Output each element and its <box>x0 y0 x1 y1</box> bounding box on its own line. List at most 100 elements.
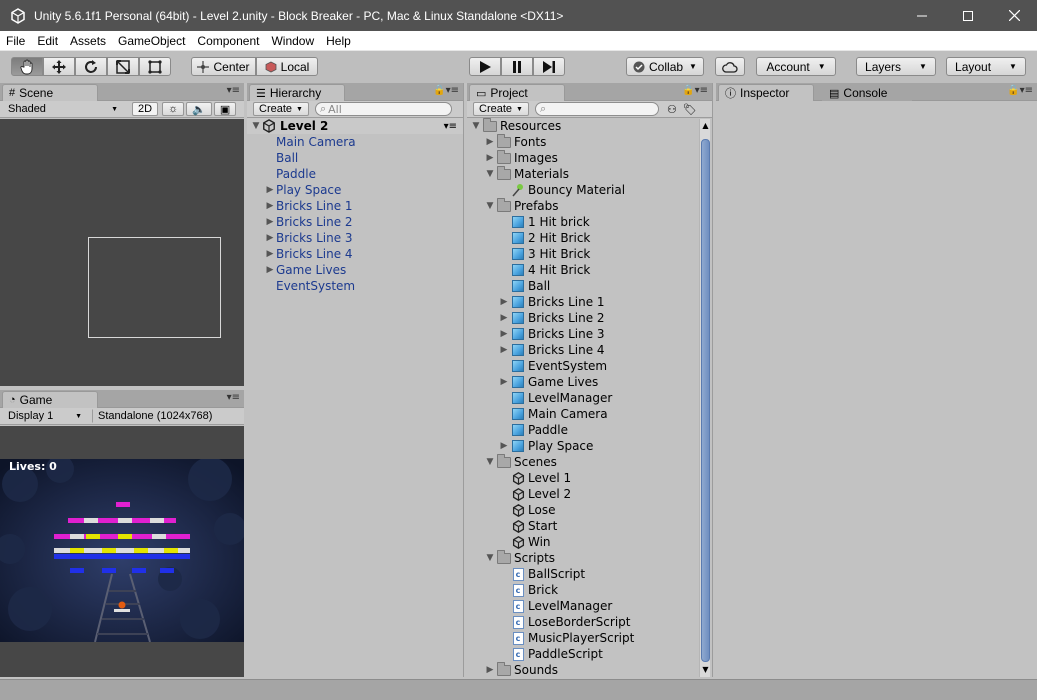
project-item-folder[interactable]: ▼ Resources <box>467 117 698 134</box>
hierarchy-item[interactable]: ▶ Bricks Line 3 <box>247 230 463 246</box>
project-item-prefab[interactable]: ▶ Bricks Line 2 <box>467 310 698 326</box>
expand-arrow-icon[interactable]: ▶ <box>264 217 276 227</box>
hierarchy-item[interactable]: EventSystem <box>247 278 463 294</box>
project-item-folder[interactable]: ▶ Sounds <box>467 661 698 678</box>
project-item-script[interactable]: c PaddleScript <box>467 646 698 662</box>
tab-project[interactable]: ▭ Project <box>469 84 565 101</box>
rotate-tool-button[interactable] <box>75 57 107 76</box>
expand-arrow-icon[interactable]: ▶ <box>498 297 510 307</box>
project-search-input[interactable]: ⌕ <box>534 102 659 116</box>
panel-menu-icon[interactable]: ▾≡ <box>227 392 240 403</box>
pivot-local-button[interactable]: Local <box>256 57 318 76</box>
menu-window[interactable]: Window <box>265 34 320 48</box>
scale-tool-button[interactable] <box>107 57 139 76</box>
collapse-arrow-icon[interactable]: ▼ <box>484 457 496 467</box>
expand-arrow-icon[interactable]: ▶ <box>498 329 510 339</box>
lock-menu-icon[interactable]: 🔒▾≡ <box>433 85 459 96</box>
project-item-scene[interactable]: Lose <box>467 502 698 518</box>
panel-menu-icon[interactable]: ▾≡ <box>227 85 240 96</box>
project-item-folder[interactable]: ▼ Prefabs <box>467 197 698 214</box>
project-item-prefab[interactable]: EventSystem <box>467 358 698 374</box>
game-viewport[interactable]: Lives: 0 <box>0 426 244 677</box>
hierarchy-item[interactable]: ▶ Bricks Line 2 <box>247 214 463 230</box>
menu-edit[interactable]: Edit <box>31 34 64 48</box>
expand-arrow-icon[interactable]: ▶ <box>498 345 510 355</box>
pause-button[interactable] <box>501 57 533 76</box>
shading-mode-dropdown[interactable]: Shaded ▼ <box>2 102 124 116</box>
project-item-folder[interactable]: ▶ Images <box>467 149 698 166</box>
project-item-script[interactable]: c MusicPlayerScript <box>467 630 698 646</box>
hierarchy-search-input[interactable]: ⌕ All <box>314 102 452 116</box>
scene-audio-toggle[interactable]: 🔈 <box>186 102 212 116</box>
project-item-prefab[interactable]: 3 Hit Brick <box>467 246 698 262</box>
display-dropdown[interactable]: Display 1 ▼ <box>2 409 88 423</box>
project-item-prefab[interactable]: ▶ Bricks Line 3 <box>467 326 698 342</box>
project-item-prefab[interactable]: ▶ Bricks Line 4 <box>467 342 698 358</box>
project-item-folder[interactable]: ▶ Fonts <box>467 133 698 150</box>
layout-dropdown[interactable]: Layout ▼ <box>946 57 1026 76</box>
step-button[interactable] <box>533 57 565 76</box>
minimize-button[interactable] <box>899 0 945 31</box>
expand-arrow-icon[interactable]: ▶ <box>484 137 496 147</box>
project-item-scene[interactable]: Win <box>467 534 698 550</box>
project-item-script[interactable]: c LevelManager <box>467 598 698 614</box>
tab-game[interactable]: ◔ Game <box>2 391 98 408</box>
expand-arrow-icon[interactable]: ▶ <box>484 665 496 675</box>
project-item-script[interactable]: c Brick <box>467 582 698 598</box>
project-item-prefab[interactable]: 1 Hit brick <box>467 214 698 230</box>
menu-gameobject[interactable]: GameObject <box>112 34 191 48</box>
project-item-prefab[interactable]: ▶ Bricks Line 1 <box>467 294 698 310</box>
pivot-center-button[interactable]: Center <box>191 57 256 76</box>
tab-scene[interactable]: # Scene <box>2 84 98 101</box>
project-item-script[interactable]: c LoseBorderScript <box>467 614 698 630</box>
project-item-folder[interactable]: ▼ Scripts <box>467 549 698 566</box>
collapse-arrow-icon[interactable]: ▼ <box>484 553 496 563</box>
scene-lighting-toggle[interactable]: ☼ <box>162 102 185 116</box>
tab-hierarchy[interactable]: ☰ Hierarchy <box>249 84 345 101</box>
expand-arrow-icon[interactable]: ▶ <box>264 233 276 243</box>
scene-root-row[interactable]: ▼ Level 2 ▾≡ <box>247 118 463 134</box>
scroll-down-icon[interactable]: ▼ <box>700 663 711 677</box>
hierarchy-item[interactable]: Paddle <box>247 166 463 182</box>
project-item-scene[interactable]: Start <box>467 518 698 534</box>
project-item-prefab[interactable]: LevelManager <box>467 390 698 406</box>
expand-arrow-icon[interactable]: ▶ <box>498 441 510 451</box>
project-item-scene[interactable]: Level 2 <box>467 486 698 502</box>
tab-console[interactable]: ▤ Console <box>822 84 912 101</box>
move-tool-button[interactable] <box>43 57 75 76</box>
expand-arrow-icon[interactable]: ▶ <box>498 313 510 323</box>
scroll-up-icon[interactable]: ▲ <box>700 119 711 133</box>
row-menu-icon[interactable]: ▾≡ <box>444 121 457 132</box>
tab-inspector[interactable]: ⓘ Inspector <box>718 84 814 101</box>
maximize-button[interactable] <box>945 0 991 31</box>
scene-effects-toggle[interactable]: ▣ <box>213 102 237 116</box>
hierarchy-create-dropdown[interactable]: Create ▼ <box>253 102 309 116</box>
filter-by-label-icon[interactable]: 🏷 <box>683 103 697 116</box>
menu-assets[interactable]: Assets <box>64 34 112 48</box>
rect-tool-button[interactable] <box>139 57 171 76</box>
resolution-dropdown[interactable]: Standalone (1024x768) <box>92 409 240 423</box>
expand-arrow-icon[interactable]: ▶ <box>264 201 276 211</box>
collapse-arrow-icon[interactable]: ▼ <box>484 169 496 179</box>
project-scrollbar[interactable]: ▲ ▼ <box>699 119 710 677</box>
hierarchy-item[interactable]: ▶ Bricks Line 4 <box>247 246 463 262</box>
hierarchy-item[interactable]: ▶ Game Lives <box>247 262 463 278</box>
scene-viewport[interactable] <box>0 119 244 386</box>
play-button[interactable] <box>469 57 501 76</box>
project-item-prefab[interactable]: Paddle <box>467 422 698 438</box>
cloud-button[interactable] <box>715 57 745 76</box>
expand-arrow-icon[interactable]: ▶ <box>264 265 276 275</box>
filter-by-type-icon[interactable]: ⚇ <box>667 103 677 116</box>
project-item-folder[interactable]: ▼ Materials <box>467 165 698 182</box>
project-item-material[interactable]: Bouncy Material <box>467 182 698 198</box>
project-item-prefab[interactable]: ▶ Game Lives <box>467 374 698 390</box>
account-dropdown[interactable]: Account ▼ <box>756 57 836 76</box>
project-item-prefab[interactable]: ▶ Play Space <box>467 438 698 454</box>
project-item-folder[interactable]: ▼ Scenes <box>467 453 698 470</box>
expand-arrow-icon[interactable]: ▶ <box>264 249 276 259</box>
project-item-prefab[interactable]: 2 Hit Brick <box>467 230 698 246</box>
project-create-dropdown[interactable]: Create ▼ <box>473 102 529 116</box>
lock-menu-icon[interactable]: 🔒▾≡ <box>682 85 708 96</box>
expand-arrow-icon[interactable]: ▶ <box>498 377 510 387</box>
hierarchy-item[interactable]: Main Camera <box>247 134 463 150</box>
